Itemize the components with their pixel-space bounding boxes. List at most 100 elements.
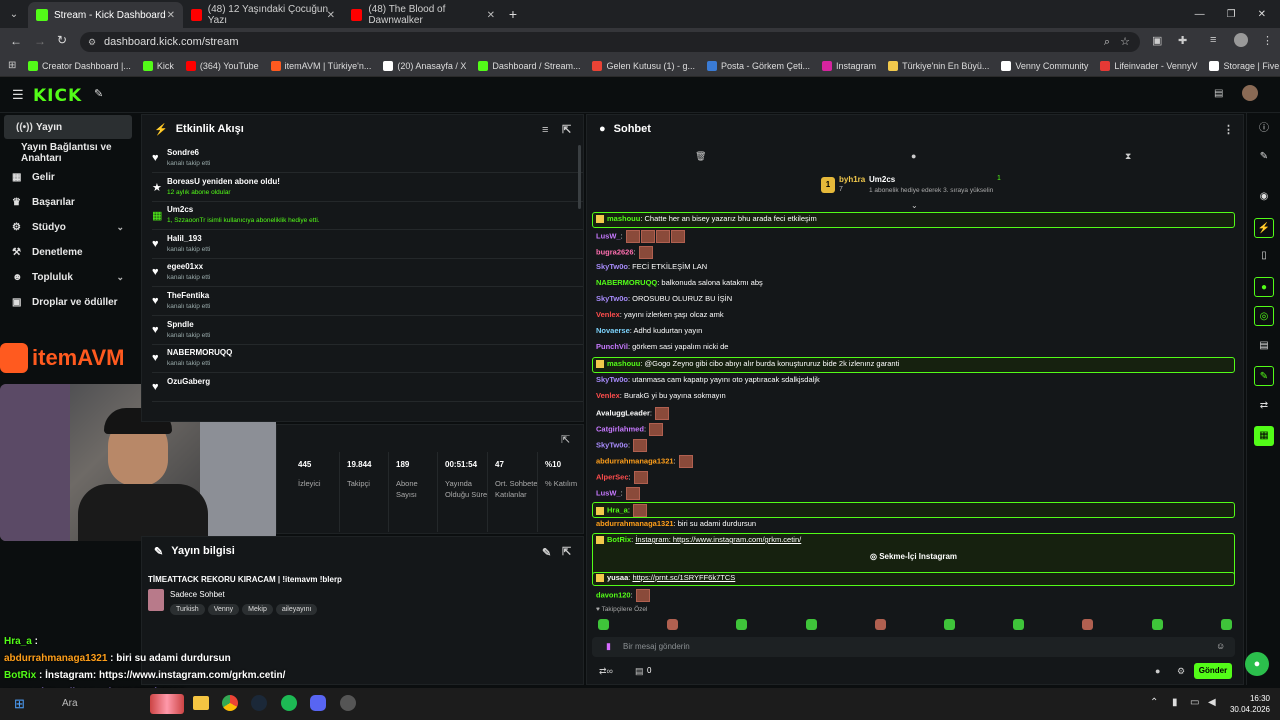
- zoom-icon[interactable]: ⌕: [1104, 32, 1110, 52]
- chat-message[interactable]: mashouu: @Gogo Zeyno gibi cibo abıyı alı…: [596, 359, 899, 369]
- bookmark-item[interactable]: Dashboard / Stream...: [478, 61, 580, 71]
- media-icon[interactable]: ≡: [1210, 34, 1216, 46]
- send-button[interactable]: Gönder: [1194, 663, 1232, 679]
- chat-username[interactable]: Novaerse: [596, 326, 630, 335]
- chat-message[interactable]: bugra2626:: [596, 246, 653, 259]
- chat-message[interactable]: PunchVil: görkem sasi yapalım nicki de: [596, 342, 728, 351]
- chat-username[interactable]: NABERMORUQQ: [596, 278, 657, 287]
- taskbar-clock[interactable]: 16:30 30.04.2026: [1228, 693, 1270, 715]
- kick-logo[interactable]: KICK: [33, 86, 82, 106]
- tools-icon[interactable]: ✎: [94, 87, 103, 100]
- puzzle-icon[interactable]: ✚: [1178, 34, 1187, 47]
- chat-username[interactable]: Catgirlahmed: [596, 424, 644, 433]
- activity-row[interactable]: 16 saat önce: [152, 402, 583, 421]
- grid-icon[interactable]: ▤: [1254, 336, 1274, 356]
- bookmark-item[interactable]: Kick: [142, 61, 174, 71]
- chat-message[interactable]: Catgirlahmed:: [596, 423, 664, 436]
- popout-icon[interactable]: ⇱: [561, 433, 570, 446]
- mic-icon[interactable]: ▮: [1172, 697, 1178, 708]
- chat-username[interactable]: yusaa: [607, 573, 628, 582]
- discord-icon[interactable]: [310, 695, 326, 711]
- emote-icon[interactable]: [874, 619, 886, 630]
- activity-row[interactable]: ▦ Um2cs 1, SzzaoonTr isimli kullanıcıya ab…: [152, 202, 583, 231]
- sidebar-item-denetleme[interactable]: ⚒ Denetleme: [0, 240, 138, 265]
- back-icon[interactable]: ←: [10, 34, 22, 48]
- chat-username[interactable]: mashouu: [607, 214, 640, 223]
- tab-youtube-1[interactable]: (48) 12 Yaşındaki Çocuğun Yazı ✕: [183, 2, 343, 28]
- activity-row[interactable]: ★ BoreasU yeniden abone oldu! 12 aylık abo…: [152, 174, 583, 202]
- emote-icon[interactable]: [598, 619, 609, 630]
- reload-icon[interactable]: ↻: [57, 33, 67, 47]
- camera-icon[interactable]: ◉: [1254, 187, 1274, 207]
- chat-username[interactable]: LusW_: [596, 488, 621, 497]
- bookmark-item[interactable]: (364) YouTube: [185, 61, 259, 71]
- extension-icon[interactable]: ▣: [1152, 34, 1162, 47]
- edit-icon[interactable]: ✎: [1254, 147, 1274, 167]
- emote-icon[interactable]: [1220, 619, 1232, 630]
- sidebar-item-studyo[interactable]: ⚙ Stüdyo ⌄: [0, 215, 138, 240]
- chat-username[interactable]: AvaluggLeader: [596, 408, 650, 417]
- forward-icon[interactable]: →: [34, 34, 46, 48]
- edit-icon[interactable]: ✎: [542, 546, 551, 559]
- bookmark-item[interactable]: Storage | Fivemanage: [1209, 61, 1280, 71]
- emote-icon[interactable]: [1013, 619, 1025, 630]
- sidebar-item-stream-key[interactable]: Yayın Bağlantısı ve Anahtarı: [0, 140, 138, 165]
- activity-row[interactable]: ♥Spndlekanalı takip etti14 saat önce: [152, 317, 583, 345]
- chat-username[interactable]: LusW_: [596, 231, 621, 240]
- chat-message[interactable]: abdurrahmanaga1321:: [596, 455, 693, 468]
- activity-row[interactable]: ♥OzuGaberg14 saat önce: [152, 374, 583, 402]
- chat-message[interactable]: SkyTw0o: utanmasa cam kapatıp yayını oto…: [596, 375, 820, 384]
- chat-icon[interactable]: ●: [911, 151, 916, 161]
- popout-icon[interactable]: ⇱: [562, 123, 571, 136]
- chat-message[interactable]: SkyTw0o:: [596, 439, 648, 452]
- activity-row[interactable]: ♥Sondre6kanalı takip etti1 dakika önce: [152, 145, 583, 173]
- sidebar-item-gelir[interactable]: ▦ Gelir: [0, 165, 138, 190]
- volume-icon[interactable]: ◀: [1208, 697, 1216, 708]
- activity-row[interactable]: ♥egee01xxkanalı takip etti2 saat önce: [152, 259, 583, 288]
- bookmark-item[interactable]: Türkiye'nin En Büyü...: [888, 61, 989, 71]
- chat-message[interactable]: davon120:: [596, 589, 650, 602]
- obs-icon[interactable]: [340, 695, 356, 711]
- chat-username[interactable]: Venlex: [596, 391, 620, 400]
- minimize-icon[interactable]: —: [1195, 9, 1205, 20]
- chat-message[interactable]: mashouu: Chatte her an bisey yazarız bhu…: [596, 214, 817, 224]
- close-tab-icon[interactable]: ✕: [327, 10, 335, 21]
- sidebar-item-basarilar[interactable]: ♛ Başarılar: [0, 190, 138, 215]
- activity-row[interactable]: ♥NABERMORUQQkanalı takip etti14 saat önc…: [152, 345, 583, 374]
- chat-menu-icon[interactable]: ⋮: [1223, 123, 1234, 136]
- tab-search-icon[interactable]: ⌄: [0, 9, 28, 20]
- settings-gear-icon[interactable]: ⚙: [1177, 666, 1185, 677]
- info-icon[interactable]: ⓘ: [1254, 119, 1274, 139]
- emote-icon[interactable]: [805, 619, 817, 630]
- chat-message[interactable]: Venlex: BurakG yi bu yayına sokmayın: [596, 391, 726, 400]
- bookmark-item[interactable]: (20) Anasayfa / X: [383, 61, 466, 71]
- tray-chevron-icon[interactable]: ⌃: [1150, 697, 1158, 708]
- chat-message[interactable]: Venlex: yayını izlerken şaşı olcaz amk: [596, 310, 724, 319]
- user-avatar[interactable]: [1242, 85, 1258, 101]
- chat-message[interactable]: SkyTw0o: FECİ ETKİLEŞİM LAN: [596, 262, 707, 271]
- bookmark-item[interactable]: Gelen Kutusu (1) - g...: [592, 61, 695, 71]
- chat-bubble-icon[interactable]: ●: [1155, 666, 1160, 676]
- vault-icon[interactable]: ▤: [635, 666, 644, 677]
- chat-username[interactable]: SkyTw0o: [596, 375, 628, 384]
- tab-kick-dashboard[interactable]: Stream - Kick Dashboard ✕: [28, 2, 183, 28]
- flowers-widget-icon[interactable]: [150, 694, 184, 714]
- chat-username[interactable]: SkyTw0o: [596, 262, 628, 271]
- chevron-down-icon[interactable]: ⌄: [911, 201, 918, 210]
- chat-username[interactable]: mashouu: [607, 359, 640, 368]
- chat-message[interactable]: LusW_:: [596, 487, 640, 500]
- network-icon[interactable]: ▭: [1190, 697, 1199, 708]
- chat-username[interactable]: BotRix: [607, 535, 631, 544]
- sidebar-item-yayin[interactable]: ((•)) Yayın: [4, 115, 132, 139]
- instagram-tab-button[interactable]: ◎ Sekme-İçi Instagram: [593, 548, 1234, 566]
- tab-youtube-2[interactable]: (48) The Blood of Dawnwalker ✕: [343, 2, 503, 28]
- site-info-icon[interactable]: ⚙: [88, 32, 96, 52]
- emote-icon[interactable]: [667, 619, 679, 630]
- chat-message[interactable]: Novaerse: Adhd kudurtan yayın: [596, 326, 702, 335]
- windows-start-icon[interactable]: ⊞: [14, 696, 25, 712]
- restore-icon[interactable]: ❐: [1227, 9, 1236, 20]
- chrome-icon[interactable]: [222, 695, 238, 711]
- emote-icon[interactable]: [736, 619, 748, 630]
- menu-kebab-icon[interactable]: ⋮: [1262, 34, 1273, 47]
- share-icon[interactable]: ⇄: [1254, 396, 1274, 416]
